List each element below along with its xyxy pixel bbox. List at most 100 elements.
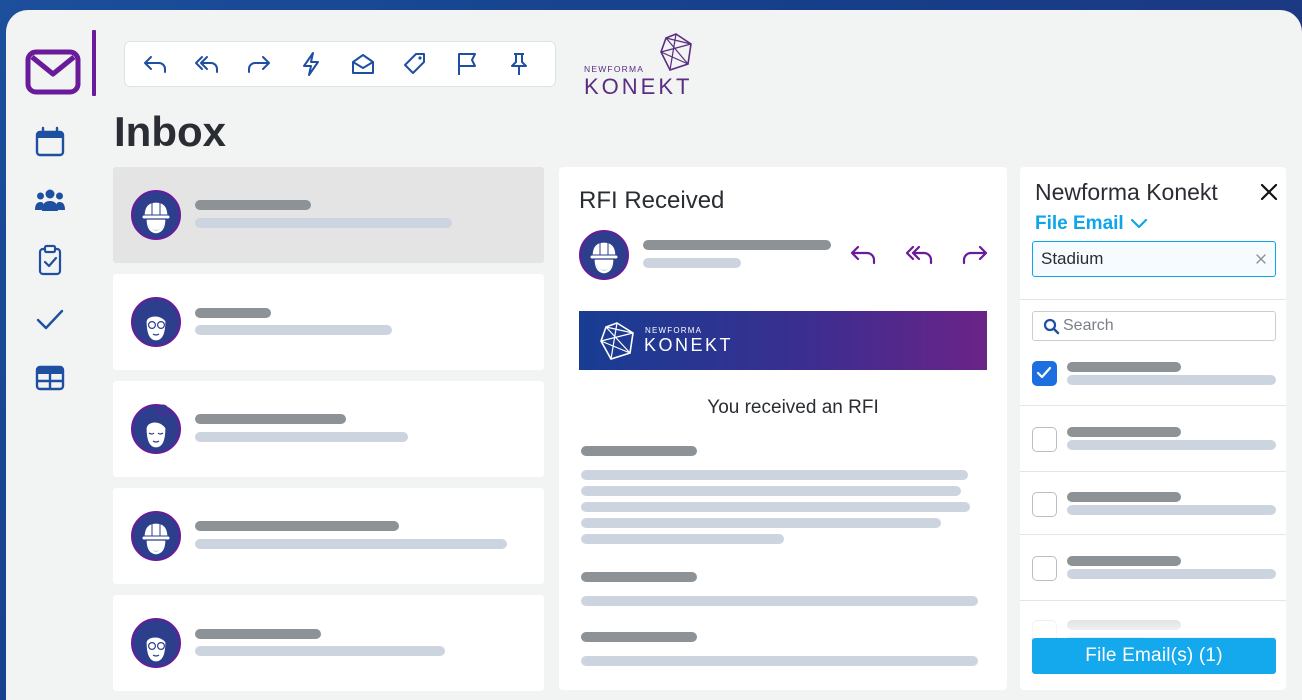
reading-pane: RFI Received NEWFORMA KONEKT You receive… [559,167,1007,690]
reply-icon [144,56,166,73]
forward-button[interactable] [957,237,993,273]
folder-search[interactable] [1032,311,1276,341]
divider [1020,600,1286,601]
file-email-dropdown[interactable]: File Email [1035,213,1148,235]
message-row[interactable] [113,167,544,263]
sender-placeholder [643,240,831,250]
chevron-down-icon [1130,218,1147,229]
banner-small-text: NEWFORMA [645,326,703,335]
message-subject: RFI Received [579,187,725,214]
folder-checkbox[interactable] [1032,492,1057,517]
project-input[interactable] [1033,242,1243,276]
sender-placeholder [195,200,311,210]
message-toolbar [124,41,556,87]
folder-path-placeholder [1067,569,1276,579]
message-row[interactable] [113,595,544,691]
clipboard-check-icon [38,244,62,276]
message-row[interactable] [113,274,544,370]
search-icon [1043,318,1060,335]
folder-checkbox[interactable] [1032,556,1057,581]
folder-name-placeholder [1067,492,1181,502]
flag-button[interactable] [451,48,483,80]
preview-placeholder [195,646,445,656]
body-placeholder [581,656,978,666]
avatar-glasses-person [131,618,181,668]
reading-actions [845,237,993,273]
reply-all-button[interactable] [901,237,937,273]
avatar-bun-person [131,404,181,454]
reply-button[interactable] [845,237,881,273]
file-emails-button[interactable]: File Email(s) (1) [1032,638,1276,674]
folder-path-placeholder [1067,440,1276,450]
nav-item-people[interactable] [30,181,70,221]
email-banner: NEWFORMA KONEKT [579,311,987,370]
avatar-hardhat-person [579,230,629,280]
sender-placeholder [195,521,399,531]
sender-placeholder [195,414,346,424]
brand-big-text: KONEKT [584,74,693,99]
nav-item-table[interactable] [30,358,70,398]
message-row[interactable] [113,381,544,477]
people-icon [35,189,65,211]
folder-checkbox[interactable] [1032,427,1057,452]
mail-app-window: NEWFORMA KONEKT Inbox RFI Received NEWFO… [6,10,1302,700]
clear-icon[interactable] [1253,251,1269,267]
message-row[interactable] [113,488,544,584]
open-envelope-icon [352,54,374,74]
nav-item-todo[interactable] [30,299,70,339]
sender-placeholder [195,629,321,639]
reply-button[interactable] [139,48,171,80]
body-placeholder [581,502,970,512]
konekt-brand-logo: NEWFORMA KONEKT [584,32,704,99]
reply-all-button[interactable] [191,48,223,80]
reply-icon [850,245,876,265]
tag-button[interactable] [399,48,431,80]
body-placeholder [581,486,961,496]
list-fade [1020,607,1286,637]
folder-row[interactable] [1020,476,1286,540]
folder-name-placeholder [1067,362,1181,372]
banner-big-text: KONEKT [644,335,734,355]
body-heading: You received an RFI [707,397,879,418]
tag-icon [404,53,425,74]
pin-button[interactable] [503,48,535,80]
brand-small-text: NEWFORMA [584,64,645,74]
nav-item-calendar[interactable] [30,122,70,162]
lightning-icon [303,52,319,76]
divider [1020,534,1286,535]
folder-row[interactable] [1020,411,1286,475]
quick-action-button[interactable] [295,48,327,80]
mark-read-button[interactable] [347,48,379,80]
calendar-icon [35,126,65,157]
konekt-logo-icon [600,322,634,360]
project-selector[interactable] [1032,241,1276,277]
close-icon[interactable] [1258,181,1280,203]
mail-envelope-icon[interactable] [24,40,84,100]
body-placeholder [581,518,941,528]
forward-button[interactable] [243,48,275,80]
nav-rail [30,122,70,417]
avatar-glasses-person [131,297,181,347]
preview-placeholder [195,432,408,442]
folder-name-placeholder [1067,427,1181,437]
folder-row[interactable] [1020,345,1286,409]
sender-placeholder [195,308,271,318]
addin-title: Newforma Konekt [1035,179,1218,205]
divider [1020,405,1286,406]
avatar-hardhat-person [131,511,181,561]
reply-all-icon [195,56,218,73]
checkmark-icon [1036,366,1052,379]
konekt-addin-panel: Newforma Konekt File Email Stadium Searc… [1020,167,1286,690]
preview-placeholder [195,539,507,549]
folder-row[interactable] [1020,540,1286,604]
body-placeholder [581,446,697,456]
folder-name-placeholder [1067,556,1181,566]
search-input[interactable] [1063,312,1263,340]
nav-item-tasks[interactable] [30,240,70,280]
flag-icon [458,53,476,75]
folder-checkbox[interactable] [1032,361,1057,386]
folder-path-placeholder [1067,375,1276,385]
body-placeholder [581,534,784,544]
preview-placeholder [195,218,452,228]
preview-placeholder [195,325,392,335]
